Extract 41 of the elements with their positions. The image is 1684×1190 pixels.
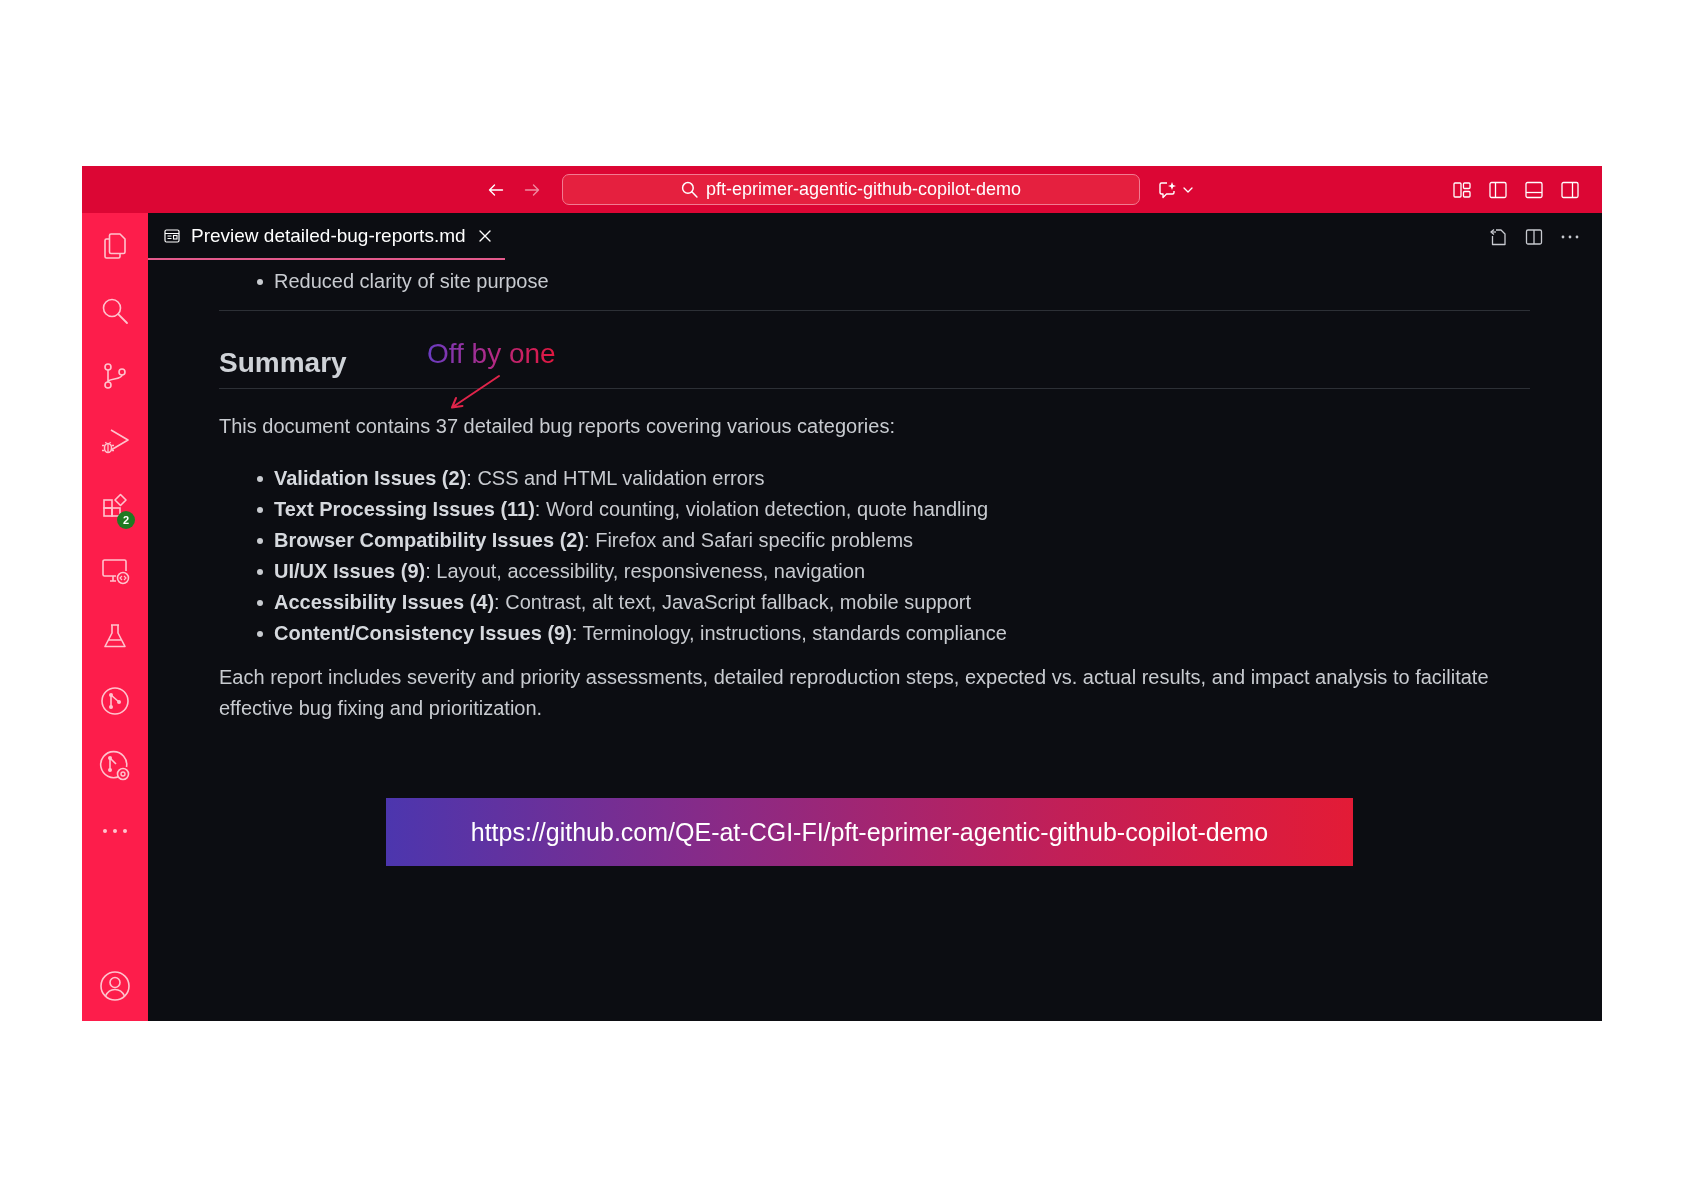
bullet-icon (257, 506, 263, 513)
tab-close-button[interactable] (478, 229, 491, 242)
account-icon[interactable] (99, 969, 131, 1002)
layout-grid-icon[interactable] (1453, 180, 1471, 199)
bullet-icon (257, 537, 263, 544)
url-banner: https://github.com/QE-at-CGI-FI/pft-eprimer-agentic-github-copilot-demo (386, 798, 1353, 866)
list-item-text: Content/Consistency Issues (9): Terminology, instructions, standards compliance (274, 622, 1007, 644)
panel-bottom-icon[interactable] (1525, 180, 1543, 199)
search-icon[interactable] (101, 296, 129, 325)
list-item-text: Text Processing Issues (11): Word counting, violation detection, quote handling (274, 498, 989, 520)
branch-icon[interactable] (101, 361, 129, 390)
bullet-icon (257, 599, 263, 606)
chevron-down-icon[interactable] (1183, 186, 1193, 193)
list-item-text: Reduced clarity of site purpose (274, 270, 549, 292)
bullet-icon (257, 630, 263, 637)
list-item-text: Browser Compatibility Issues (2): Firefox and Safari specific problems (274, 529, 914, 551)
list-item-text: UI/UX Issues (9): Layout, accessibility, responsiveness, navigation (274, 560, 866, 582)
close-icon (478, 229, 491, 242)
preview-icon (164, 227, 180, 244)
flask-icon[interactable] (101, 621, 129, 650)
circle-branch-icon[interactable] (100, 685, 130, 716)
files-icon[interactable] (101, 231, 129, 260)
list-item-text: Accessibility Issues (4): Contrast, alt text, JavaScript fallback, mobile support (274, 591, 971, 613)
bullet-icon (257, 568, 263, 575)
sidebar-right-icon[interactable] (1561, 180, 1579, 199)
search-icon (680, 181, 698, 198)
count-badge: 2 (117, 511, 135, 529)
list-item-text: Validation Issues (2): CSS and HTML validation errors (274, 467, 765, 489)
more-icon[interactable] (1561, 234, 1579, 239)
back-arrow-icon[interactable] (488, 181, 504, 198)
editor-tab[interactable]: Preview detailed-bug-reports.md (148, 213, 505, 260)
paragraph: Each report includes severity and priority assessments, detailed reproduction steps, expected vs. actual results, and impact analysis to facilitate effective bug fixing and prioritization. (219, 665, 1490, 721)
chat-sparkle-icon[interactable] (1158, 180, 1178, 199)
paragraph: This document contains 37 detailed bug reports covering various categories: (219, 414, 896, 439)
bullet-icon (257, 475, 263, 482)
bullet-icon (257, 278, 263, 285)
file-return-icon[interactable] (1489, 227, 1507, 246)
circle-branch-gear-icon[interactable] (99, 749, 131, 782)
sidebar-left-icon[interactable] (1489, 180, 1507, 199)
search-field[interactable]: pft-eprimer-agentic-github-copilot-demo (562, 174, 1140, 205)
split-editor-icon[interactable] (1525, 227, 1543, 246)
